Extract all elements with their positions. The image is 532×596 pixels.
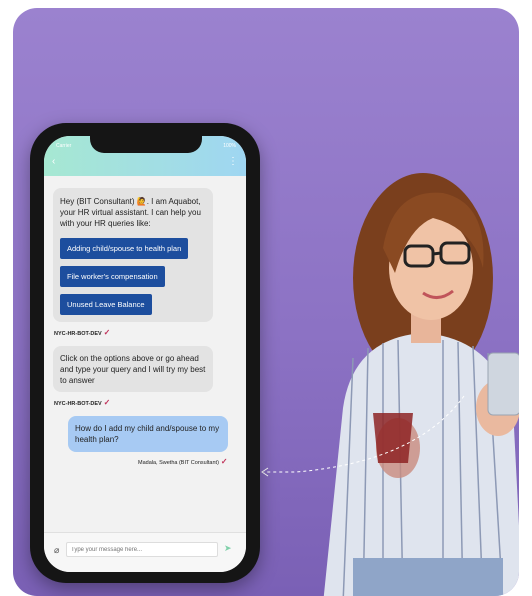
composer-bar: ⌀ ➤ [44,532,246,572]
followup-text: Click on the options above or go ahead a… [60,354,206,385]
bot-sender-2: NYC-HR-BOT-DEV ✓ [54,398,110,407]
bot-greeting-bubble: Hey (BIT Consultant) 🙋. I am Aquabot, yo… [53,188,213,322]
user-message-bubble: How do I add my child and/spouse to my h… [68,416,228,452]
battery-label: 100% [223,143,236,149]
greeting-text: Hey (BIT Consultant) 🙋. I am Aquabot, yo… [60,197,201,228]
option-button-leave-balance[interactable]: Unused Leave Balance [60,294,152,315]
user-sender: Madala, Swetha (BIT Consultant) ✓ [138,457,228,466]
option-button-health-plan[interactable]: Adding child/spouse to health plan [60,238,189,259]
carrier-label: Carrier [56,143,72,149]
bot-sender-1: NYC-HR-BOT-DEV ✓ [54,328,110,337]
check-icon: ✓ [103,398,111,407]
check-icon: ✓ [220,457,228,466]
phone-notch [90,131,202,153]
sender-name: NYC-HR-BOT-DEV [54,401,102,407]
woman-holding-phone-photo [323,173,519,596]
phone-screen: Carrier 100% ‹ ⋮ Hey (BIT Consultant) 🙋.… [44,136,246,572]
sender-name: Madala, Swetha (BIT Consultant) [138,460,219,466]
option-button-workers-comp[interactable]: File worker's compensation [60,266,165,287]
user-message-text: How do I add my child and/spouse to my h… [75,424,220,444]
send-icon[interactable]: ➤ [224,543,232,554]
sender-name: NYC-HR-BOT-DEV [54,331,102,337]
paperclip-icon[interactable]: ⌀ [54,545,59,556]
kebab-menu-icon[interactable]: ⋮ [228,156,238,167]
check-icon: ✓ [103,328,111,337]
bot-followup-bubble: Click on the options above or go ahead a… [53,346,213,392]
dashed-arrow [261,395,465,477]
message-input[interactable] [66,542,218,557]
chevron-left-icon[interactable]: ‹ [52,156,55,167]
